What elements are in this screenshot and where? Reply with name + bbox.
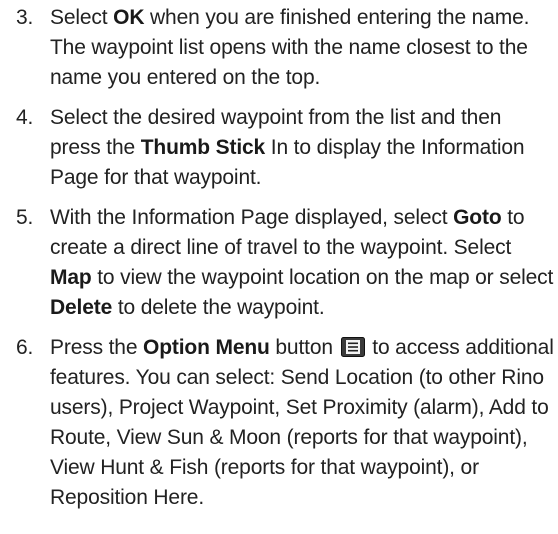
ok-keyword: OK bbox=[113, 6, 145, 29]
step-text: button bbox=[269, 336, 339, 359]
map-keyword: Map bbox=[50, 266, 92, 289]
step-6: 6. Press the Option Menu button to access… bbox=[0, 333, 558, 513]
option-menu-icon bbox=[340, 337, 365, 357]
step-number: 5. bbox=[16, 206, 34, 229]
step-text: With the Information Page displayed, sel… bbox=[50, 206, 454, 229]
instruction-steps: 3. Select OK when you are finished enteri… bbox=[0, 0, 558, 513]
thumb-stick-keyword: Thumb Stick bbox=[140, 136, 266, 159]
step-number: 6. bbox=[16, 336, 34, 359]
step-number: 3. bbox=[16, 6, 34, 29]
delete-keyword: Delete bbox=[50, 296, 113, 319]
step-number: 4. bbox=[16, 106, 34, 129]
step-text: Press the bbox=[50, 336, 144, 359]
step-3: 3. Select OK when you are finished enteri… bbox=[0, 3, 558, 93]
step-text: to delete the waypoint. bbox=[112, 296, 325, 319]
option-menu-keyword: Option Menu bbox=[143, 336, 270, 359]
step-text: to access additional features. You can s… bbox=[50, 336, 554, 509]
goto-keyword: Goto bbox=[453, 206, 502, 229]
step-text: Select bbox=[50, 6, 114, 29]
step-4: 4. Select the desired waypoint from the l… bbox=[0, 103, 558, 193]
step-5: 5. With the Information Page displayed, s… bbox=[0, 203, 558, 323]
step-text: to view the waypoint location on the map… bbox=[91, 266, 554, 289]
